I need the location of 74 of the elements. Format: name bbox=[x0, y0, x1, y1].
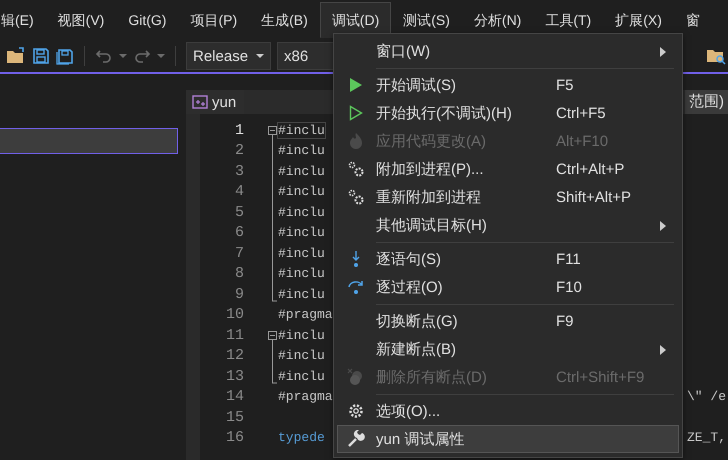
menu-bar-item[interactable]: 辑(E) bbox=[0, 2, 46, 38]
menu-item[interactable]: 重新附加到进程 Shift+Alt+P bbox=[337, 183, 679, 211]
code-text: ZE_T, bbox=[686, 430, 727, 446]
code-text: \″ /e bbox=[686, 389, 727, 404]
line-number: 1 bbox=[234, 122, 244, 139]
menu-item[interactable]: 新建断点(B) bbox=[337, 335, 679, 363]
step-over-icon bbox=[347, 279, 365, 295]
caret-icon[interactable] bbox=[157, 53, 165, 59]
line-number: 12 bbox=[224, 347, 244, 364]
submenu-arrow-icon bbox=[660, 221, 666, 231]
code-text: #inclu bbox=[278, 368, 325, 384]
line-number: 7 bbox=[234, 244, 244, 262]
menu-item[interactable]: 切换断点(G) F9 bbox=[337, 307, 679, 335]
save-all-icon[interactable] bbox=[56, 47, 74, 65]
caret-icon bbox=[256, 53, 264, 59]
menu-item[interactable]: 逐语句(S) F11 bbox=[337, 245, 679, 273]
code-text: typede bbox=[278, 430, 325, 446]
menu-bar-item[interactable]: 项目(P) bbox=[178, 2, 250, 38]
code-text: #inclu bbox=[278, 328, 325, 343]
line-number: 13 bbox=[224, 368, 244, 385]
code-text: #inclu bbox=[278, 184, 325, 200]
step-into-icon bbox=[350, 250, 362, 268]
submenu-arrow-icon bbox=[660, 47, 666, 57]
menu-item[interactable]: 开始执行(不调试)(H) Ctrl+F5 bbox=[337, 99, 679, 127]
code-text: #inclu bbox=[278, 246, 325, 261]
menu-bar-item[interactable]: 窗 bbox=[674, 2, 712, 38]
open-folder-icon[interactable] bbox=[6, 47, 26, 65]
code-text: #inclu bbox=[278, 143, 325, 158]
menu-item[interactable]: 附加到进程(P)... Ctrl+Alt+P bbox=[337, 155, 679, 183]
code-text: #inclu bbox=[278, 286, 325, 302]
menu-item[interactable]: 其他调试目标(H) bbox=[337, 211, 679, 239]
line-number: 15 bbox=[224, 408, 244, 426]
cpp-file-icon bbox=[192, 95, 208, 109]
code-text: #inclu bbox=[278, 122, 325, 138]
settings-icon bbox=[347, 402, 365, 420]
wrench-icon bbox=[347, 430, 365, 448]
play-icon bbox=[349, 77, 363, 93]
line-number: 10 bbox=[224, 306, 244, 324]
gears-icon bbox=[347, 160, 365, 178]
line-number: 4 bbox=[234, 183, 244, 200]
scope-dropdown[interactable]: 范围) bbox=[685, 90, 728, 114]
code-text: #inclu bbox=[278, 348, 325, 364]
menu-item[interactable]: 开始调试(S) F5 bbox=[337, 71, 679, 99]
line-number: 2 bbox=[234, 142, 244, 160]
code-text: #inclu bbox=[278, 204, 325, 220]
menu-bar-item[interactable]: 生成(B) bbox=[249, 2, 320, 38]
line-number: 14 bbox=[224, 388, 244, 406]
delete-breakpoints-icon bbox=[347, 368, 365, 386]
configuration-dropdown[interactable]: Release bbox=[186, 42, 272, 70]
play-outline-icon bbox=[349, 105, 363, 121]
line-number: 6 bbox=[234, 224, 244, 242]
code-text: #pragma bbox=[278, 389, 333, 404]
menu-item[interactable]: 选项(O)... bbox=[337, 397, 679, 425]
code-text: #inclu bbox=[278, 225, 325, 240]
menu-item[interactable]: 逐过程(O) F10 bbox=[337, 273, 679, 301]
menu-item[interactable]: yun 调试属性 bbox=[337, 425, 679, 453]
flame-icon bbox=[348, 132, 364, 150]
line-number: 11 bbox=[224, 326, 244, 344]
line-number: 8 bbox=[234, 265, 244, 282]
menu-bar-item[interactable]: 视图(V) bbox=[46, 2, 116, 38]
line-number: 3 bbox=[234, 162, 244, 180]
submenu-arrow-icon bbox=[660, 345, 666, 355]
folder-search-icon[interactable] bbox=[706, 47, 726, 65]
tab-title: yun bbox=[212, 94, 236, 110]
save-icon[interactable] bbox=[32, 47, 50, 65]
line-number: 5 bbox=[234, 204, 244, 221]
caret-icon[interactable] bbox=[119, 53, 127, 59]
code-text: #inclu bbox=[278, 164, 325, 179]
line-number: 9 bbox=[234, 286, 244, 303]
code-text: #pragma bbox=[278, 307, 333, 322]
line-number: 16 bbox=[224, 429, 244, 446]
gears-icon bbox=[347, 188, 365, 206]
code-text: #inclu bbox=[278, 266, 325, 282]
menu-bar-item[interactable]: Git(G) bbox=[116, 2, 178, 38]
